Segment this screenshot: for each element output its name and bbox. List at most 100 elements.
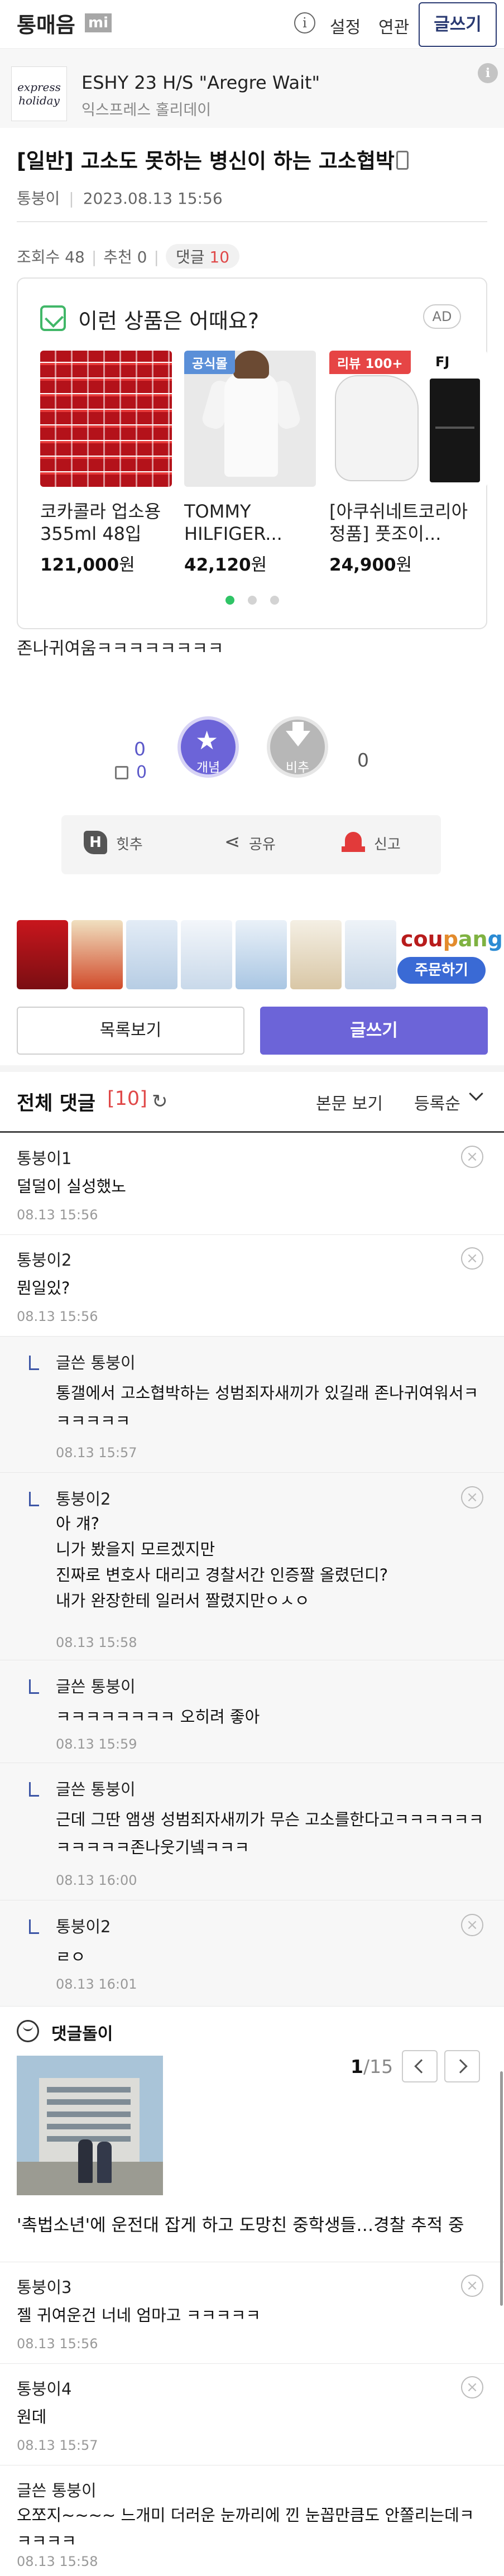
refresh-icon[interactable]: ↻	[152, 1090, 168, 1113]
post-body: 존나귀여움ㅋㅋㅋㅋㅋㅋㅋㅋ	[17, 639, 224, 659]
comment-time: 08.13 15:57	[17, 2438, 98, 2453]
reply-item: 통붕이2 × ㄹㅇ 08.13 16:01	[0, 1900, 504, 2007]
downvote-button[interactable]: 비추	[267, 716, 328, 778]
post-action-bar: H 힛추 ⋖ 공유 신고	[61, 815, 441, 874]
share-icon: ⋖	[224, 831, 241, 853]
comment-text: 뭔일있?	[17, 1279, 70, 1297]
banner-product-image	[181, 920, 232, 989]
comment-time: 08.13 16:01	[56, 1976, 137, 1992]
write-button[interactable]: 글쓰기	[260, 1007, 488, 1055]
divider	[17, 221, 487, 222]
top-header: 통매음 mi i 설정 연관 글쓰기	[0, 0, 504, 49]
comment-bot-section: 댓글돌이 1/15 '촉법소년'에 운전대 잡게 하고 도망친 중학생들…경찰 …	[0, 2007, 504, 2262]
delete-icon[interactable]: ×	[461, 2275, 483, 2297]
comment-time: 08.13 15:58	[17, 2554, 98, 2569]
reply-item: 글쓴 통붕이 근데 그딴 앰생 성범죄자새끼가 무슨 고소를한다고ㅋㅋㅋㅋㅋㅋㅋ…	[0, 1763, 504, 1900]
comment-text: 젤 귀여운건 너네 엄마고 ㅋㅋㅋㅋㅋ	[17, 2306, 261, 2325]
advertiser-logo: express holiday	[11, 66, 67, 121]
carousel-dot[interactable]	[270, 596, 279, 605]
comment-text: 아 걔? 니가 봤을지 모르겠지만 진짜로 변호사 대리고 경찰서간 인증짤 올…	[56, 1514, 388, 1610]
minor-gallery-badge: mi	[85, 13, 112, 32]
coupang-banner[interactable]: coupang 주문하기	[0, 916, 504, 995]
post-datetime: 2023.08.13 15:56	[83, 189, 223, 208]
product-name-3[interactable]: [아쿠쉬네트코리아정품] 풋조이...	[329, 500, 474, 545]
downvote-label: 비추	[285, 760, 310, 775]
sort-select[interactable]: 등록순	[414, 1090, 460, 1114]
report-button[interactable]: 신고	[374, 833, 401, 854]
star-icon: ★	[195, 725, 219, 755]
comments-divider	[0, 1131, 504, 1133]
hit-button[interactable]: 힛추	[116, 833, 143, 854]
comment-author[interactable]: 통붕이2	[56, 1914, 111, 1937]
ad-info-icon[interactable]: i	[478, 63, 498, 83]
delete-icon[interactable]: ×	[461, 1247, 483, 1270]
comment-item: 통붕이3 × 젤 귀여운건 너네 엄마고 ㅋㅋㅋㅋㅋ 08.13 15:56	[0, 2262, 504, 2364]
comment-text: 원데	[17, 2407, 47, 2426]
banner-product-image	[290, 920, 342, 989]
banner-product-image	[126, 920, 177, 989]
comment-author[interactable]: 통붕이4	[17, 2376, 72, 2400]
delete-icon[interactable]: ×	[461, 1486, 483, 1509]
related-link[interactable]: 연관	[378, 13, 409, 38]
shirt-body	[224, 373, 278, 477]
reply-arrow-icon	[29, 1919, 39, 1934]
comment-author[interactable]: 글쓴 통붕이	[56, 1350, 136, 1373]
section-divider	[0, 1065, 504, 1072]
delete-icon[interactable]: ×	[461, 2376, 483, 2398]
banner-product-image	[345, 920, 396, 989]
site-logo[interactable]: 통매음	[17, 8, 75, 39]
info-icon[interactable]: i	[294, 12, 315, 33]
product-name-2[interactable]: TOMMY HILFIGER...	[184, 500, 318, 545]
comment-item: 통붕이1 × 덜덜이 실성했노 08.13 15:56	[0, 1133, 504, 1235]
upvote-button[interactable]: ★ 개념	[177, 716, 239, 778]
comment-author[interactable]: 통붕이2	[56, 1486, 111, 1510]
next-button[interactable]	[444, 2050, 480, 2082]
comment-author[interactable]: 통붕이3	[17, 2275, 72, 2298]
product-price-2: 42,120원	[184, 555, 267, 575]
ad-subtitle: 익스프레스 홀리데이	[81, 102, 212, 119]
coupang-order-button[interactable]: 주문하기	[397, 957, 486, 984]
prev-button[interactable]	[402, 2050, 438, 2082]
product-name-1[interactable]: 코카콜라 업소용 355ml 48입	[40, 500, 174, 545]
post-meta: 통붕이 | 2023.08.13 15:56	[17, 189, 223, 208]
comment-time: 08.13 15:56	[17, 1207, 98, 1223]
comment-author[interactable]: 통붕이1	[17, 1146, 72, 1169]
product-price-3: 24,900원	[329, 555, 412, 575]
carousel-dot-active[interactable]	[225, 596, 234, 605]
product-image-coke[interactable]	[40, 351, 172, 487]
news-thumbnail[interactable]	[17, 2056, 163, 2195]
post-author[interactable]: 통붕이	[17, 189, 60, 208]
delete-icon[interactable]: ×	[461, 1914, 483, 1936]
brand-mark: FJ	[435, 354, 450, 370]
settings-link[interactable]: 설정	[330, 13, 361, 38]
chevron-down-icon[interactable]	[469, 1086, 483, 1101]
news-headline[interactable]: '촉법소년'에 운전대 잡게 하고 도망친 중학생들…경찰 추적 중	[17, 2211, 487, 2236]
comment-item: 글쓴 통붕이 오쪼지~~~~ 느개미 더러운 눈까리에 낀 눈꼽만큼도 안쫄리는…	[0, 2465, 504, 2576]
comment-time: 08.13 15:59	[56, 1736, 137, 1752]
post-title: [일반] 고소도 못하는 병신이 하는 고소협박	[17, 149, 395, 173]
comments-title: 전체 댓글	[17, 1093, 95, 1115]
comment-author[interactable]: 글쓴 통붕이	[56, 1674, 136, 1697]
product-image-tommy[interactable]: 공식몰	[184, 351, 316, 487]
delete-icon[interactable]: ×	[461, 1146, 483, 1168]
carousel-dot[interactable]	[248, 596, 257, 605]
comment-count-pill[interactable]: 댓글 10	[165, 244, 240, 269]
view-post-link[interactable]: 본문 보기	[316, 1090, 383, 1114]
ad-banner[interactable]: express holiday ESHY 23 H/S "Aregre Wait…	[0, 50, 504, 128]
downvote-count: 0	[357, 749, 369, 771]
mobile-icon	[396, 151, 409, 170]
comment-author[interactable]: 통붕이2	[17, 1247, 72, 1271]
share-button[interactable]: 공유	[249, 833, 276, 854]
comment-author[interactable]: 글쓴 통붕이	[56, 1777, 136, 1800]
comment-author[interactable]: 글쓴 통붕이	[17, 2478, 97, 2501]
person-shape	[78, 2139, 93, 2183]
comment-item: 통붕이2 × 뭔일있? 08.13 15:56	[0, 1235, 504, 1337]
comment-text: 오쪼지~~~~ 느개미 더러운 눈까리에 낀 눈꼽만큼도 안쫄리는데ㅋㅋㅋㅋㅋ	[17, 2506, 474, 2550]
comment-text: 통갤에서 고소협박하는 성범죄자새끼가 있길래 존나귀여워서ㅋㅋㅋㅋㅋㅋ	[56, 1383, 479, 1430]
write-button-top[interactable]: 글쓰기	[419, 2, 497, 47]
coupang-logo: coupang	[401, 927, 503, 951]
list-button[interactable]: 목록보기	[17, 1007, 244, 1055]
product-image-footjoy[interactable]: FJ 리뷰 100+	[329, 351, 487, 487]
reply-item: 글쓴 통붕이 ㅋㅋㅋㅋㅋㅋㅋㅋ 오히려 좋아 08.13 15:59	[0, 1660, 504, 1763]
scrollbar[interactable]	[500, 2071, 503, 2306]
